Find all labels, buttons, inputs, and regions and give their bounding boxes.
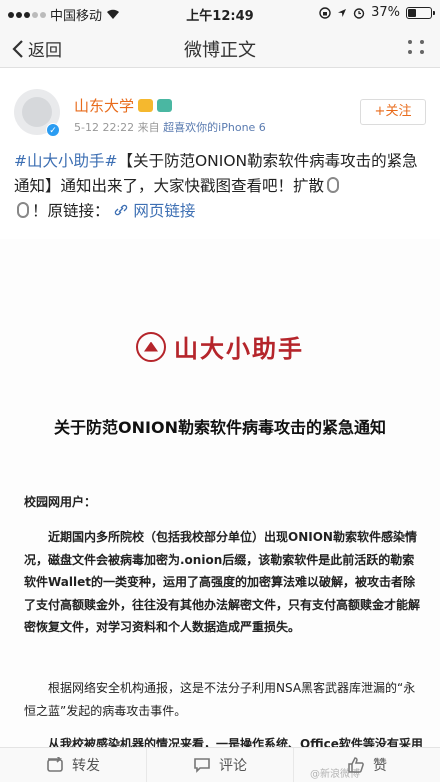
notice-paragraph-text: 近期国内多所院校（包括我校部分单位）出现ONION勒索软件感染情况，磁盘文件会被… [24, 530, 421, 634]
notice-greeting: 校园网用户： [24, 495, 97, 509]
repost-button[interactable]: 转发 [0, 748, 146, 782]
notice-paragraph-text: 根据网络安全机构通报，这是不法分子利用NSA黑客武器库泄漏的“永恒之蓝”发起的病… [24, 681, 416, 718]
notice-paragraph-text: 从我校被感染机器的情况来看，一是操作系统、Office软件等没有采用正版软件，且… [48, 737, 423, 747]
more-dots-icon [408, 40, 424, 54]
notice-image[interactable]: 山大小助手 关于防范ONION勒索软件病毒攻击的紧急通知 校园网用户： 近期国内… [0, 239, 440, 747]
camera-badge-icon [157, 99, 173, 112]
hashtag-link[interactable]: #山大小助手# [14, 152, 117, 170]
like-label: 赞 [373, 758, 387, 774]
web-link-label: 网页链接 [133, 202, 196, 220]
link-icon [115, 204, 128, 216]
nav-bar: 返回 微博正文 [0, 26, 440, 68]
notice-paragraph: 从我校被感染机器的情况来看，一是操作系统、Office软件等没有采用正版软件，且… [24, 733, 424, 747]
action-bar: 转发 评论 赞 [0, 747, 440, 782]
logo: 山大小助手 [0, 329, 440, 364]
alarm-icon [353, 7, 365, 19]
post-source-prefix: 来自 [137, 121, 160, 134]
battery-percent: 37% [371, 5, 400, 20]
verified-icon: ✓ [46, 123, 60, 137]
post-body-2: ！原链接： [32, 202, 110, 220]
comment-label: 评论 [219, 758, 247, 774]
repost-icon [47, 757, 63, 772]
battery-icon [406, 6, 435, 19]
post-source[interactable]: 超喜欢你的iPhone 6 [163, 121, 266, 134]
web-link[interactable]: 网页链接 [114, 202, 195, 220]
comment-button[interactable]: 评论 [146, 748, 293, 782]
author-name-label: 山东大学 [74, 97, 135, 115]
author-header: ✓ 山东大学 5-12 22:22 来自 超喜欢你的iPhone 6 +关注 [0, 69, 440, 145]
university-seal-icon [136, 331, 166, 362]
repost-label: 转发 [72, 758, 100, 774]
location-icon [338, 8, 347, 17]
comment-icon [194, 758, 210, 773]
status-bar: 中国移动 上午12:49 37% [0, 0, 440, 26]
weibo-post: ✓ 山东大学 5-12 22:22 来自 超喜欢你的iPhone 6 +关注 #… [0, 69, 440, 747]
microphone-emoji-icon [17, 202, 29, 218]
lock-rotation-icon [319, 6, 331, 19]
notice-paragraph: 近期国内多所院校（包括我校部分单位）出现ONION勒索软件感染情况，磁盘文件会被… [24, 526, 424, 639]
author-name[interactable]: 山东大学 [74, 95, 173, 116]
post-text: #山大小助手#【关于防范ONION勒索软件病毒攻击的紧急通知】通知出来了，大家快… [14, 149, 426, 224]
microphone-emoji-icon [327, 177, 340, 193]
post-meta: 5-12 22:22 来自 超喜欢你的iPhone 6 [74, 119, 266, 135]
notice-paragraph: 根据网络安全机构通报，这是不法分子利用NSA黑客武器库泄漏的“永恒之蓝”发起的病… [24, 677, 424, 722]
post-date: 5-12 22:22 [74, 121, 135, 134]
battery-fill [408, 8, 417, 17]
page-title: 微博正文 [184, 40, 256, 61]
notice-title: 关于防范ONION勒索软件病毒攻击的紧急通知 [54, 418, 386, 437]
vip-badge-icon [138, 99, 154, 112]
logo-text: 山大小助手 [174, 335, 304, 363]
avatar-placeholder [22, 97, 52, 127]
watermark: @新浪微博 [310, 769, 360, 780]
more-button[interactable] [406, 38, 426, 60]
follow-button[interactable]: +关注 [360, 99, 426, 125]
